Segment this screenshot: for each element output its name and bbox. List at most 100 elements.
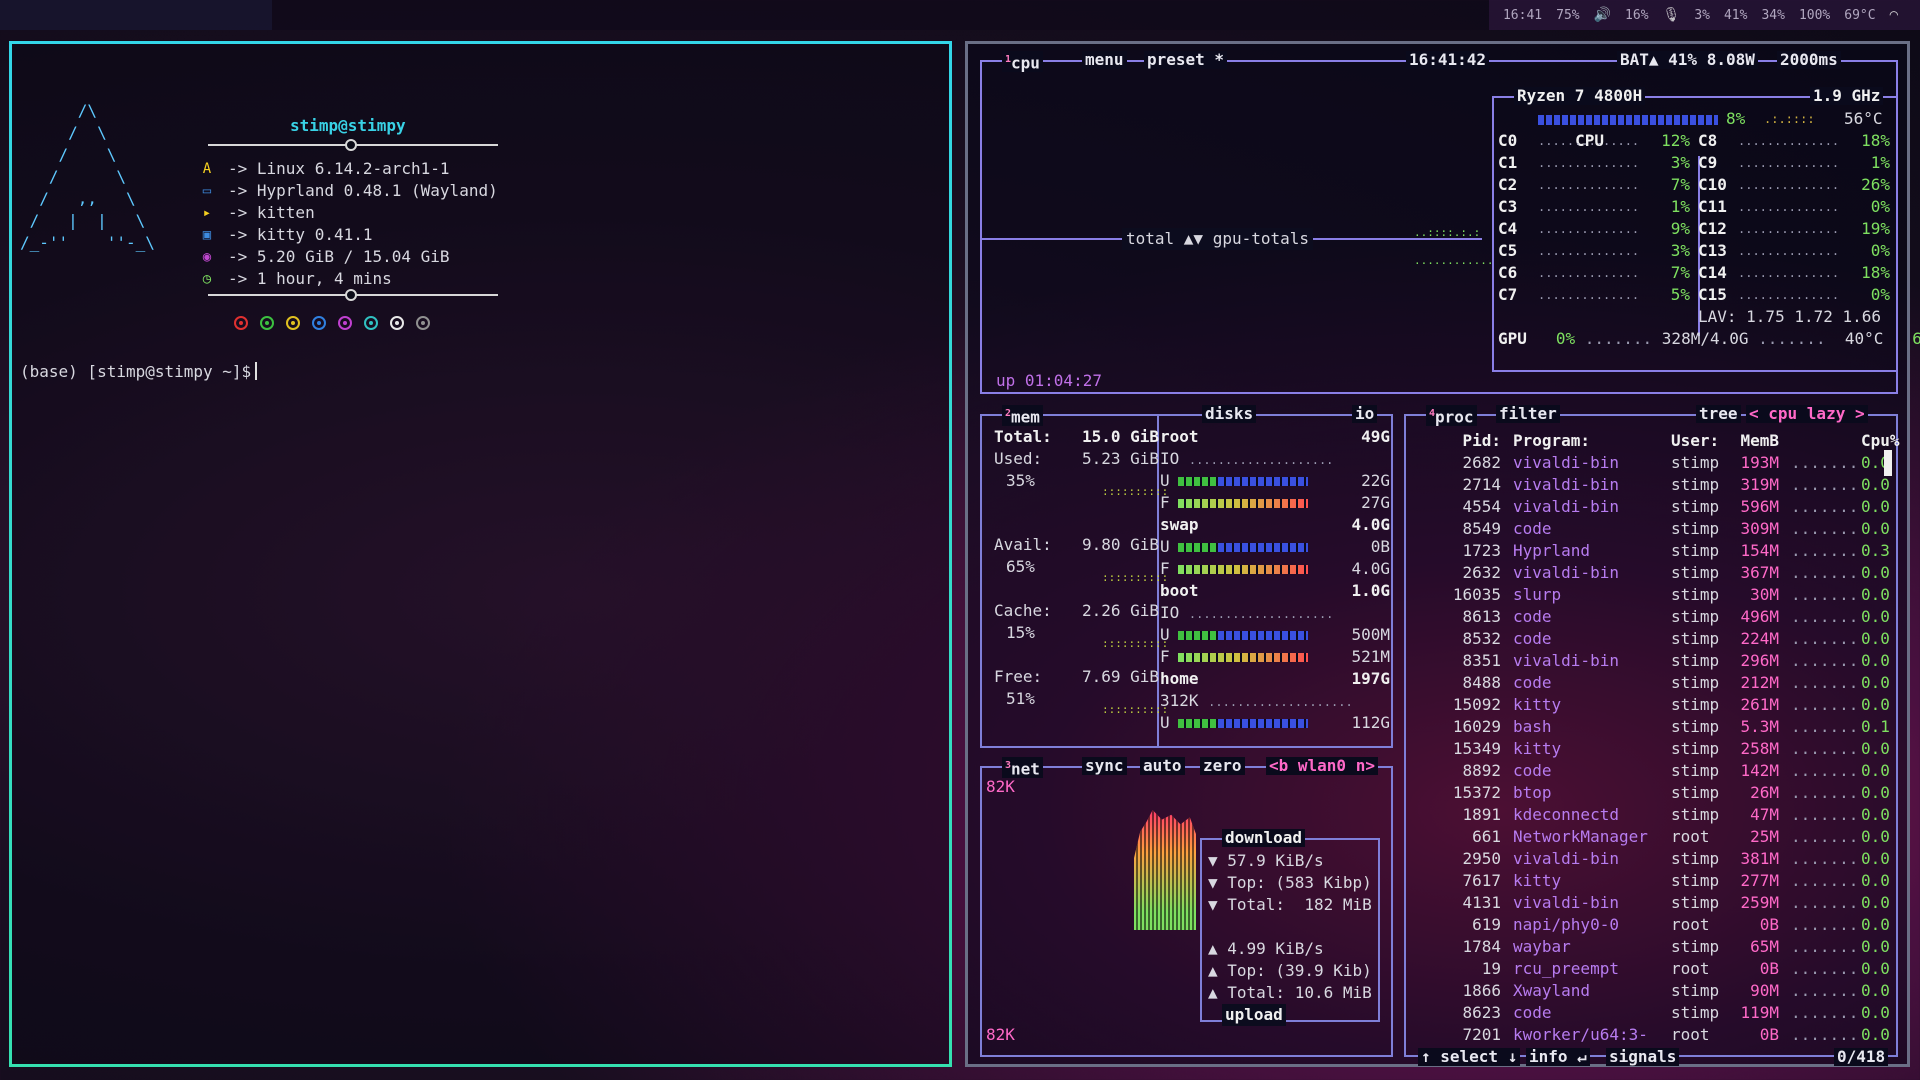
core-pct: 1%: [1870, 153, 1890, 172]
disks-title[interactable]: disks: [1202, 405, 1257, 423]
table-row[interactable]: 8623 code stimp 119M....... 0.0: [1418, 1002, 1911, 1024]
fetch-row-text: -> 5.20 GiB / 15.04 GiB: [228, 247, 450, 266]
table-row[interactable]: 8892 code stimp 142M....... 0.0: [1418, 760, 1911, 782]
table-row[interactable]: 4554 vivaldi-bin stimp 596M....... 0.0: [1418, 496, 1911, 518]
core-graph: ..............: [1738, 266, 1840, 280]
table-row[interactable]: 2714 vivaldi-bin stimp 319M....... 0.0: [1418, 474, 1911, 496]
cpu-model: Ryzen 7 4800H: [1514, 87, 1646, 105]
proc-sort[interactable]: < cpu lazy >: [1746, 405, 1868, 423]
fetch-row: ▣ -> kitty 0.41.1: [198, 224, 498, 246]
core-graph: ..............: [1738, 200, 1840, 214]
mem-total-value: 15.0 GiB: [1082, 427, 1160, 446]
net-zero-tab[interactable]: zero: [1200, 757, 1245, 775]
net-interface[interactable]: <b wlan0 n>: [1266, 757, 1378, 775]
proc-select[interactable]: ↑ select ↓: [1418, 1048, 1521, 1066]
core-pct: 3%: [1670, 241, 1690, 260]
process-table: Pid: Program: User: MemB Cpu% 2682 vivaldi-bin…: [1418, 430, 1911, 1046]
disks-io-tab[interactable]: io: [1352, 405, 1378, 423]
table-row[interactable]: 2632 vivaldi-bin stimp 367M....... 0.0: [1418, 562, 1911, 584]
cpu-preset-tab[interactable]: preset *: [1144, 51, 1228, 69]
table-row[interactable]: 4131 vivaldi-bin stimp 259M....... 0.0: [1418, 892, 1911, 914]
core-graph: ..............: [1538, 222, 1640, 236]
status-mic[interactable]: 3%: [1694, 8, 1710, 23]
core-name: C6: [1498, 263, 1518, 282]
mem-title[interactable]: 2mem: [1002, 405, 1043, 427]
table-row[interactable]: 8549 code stimp 309M....... 0.0: [1418, 518, 1911, 540]
proc-tree-tab[interactable]: tree: [1696, 405, 1741, 423]
table-row[interactable]: 2682 vivaldi-bin stimp 193M....... 0.0: [1418, 452, 1911, 474]
workspace-area[interactable]: [0, 0, 272, 30]
table-row[interactable]: 7201 kworker/u64:3- root 0B....... 0.0: [1418, 1024, 1911, 1046]
proc-info[interactable]: info ↵: [1526, 1048, 1590, 1066]
cpu-title[interactable]: 1cpu: [1002, 51, 1043, 73]
core-pct: 26%: [1861, 175, 1890, 194]
mem-row-value: 7.69 GiB: [1082, 667, 1160, 686]
core-graph: ..............: [1538, 288, 1640, 302]
mem-row-pct: 65%: [1006, 557, 1035, 576]
table-row[interactable]: 16035 slurp stimp 30M....... 0.0: [1418, 584, 1911, 606]
table-row[interactable]: 15092 kitty stimp 261M....... 0.0: [1418, 694, 1911, 716]
upload-rate: ▲ 4.99 KiB/s: [1208, 939, 1324, 958]
cpu-clock: 16:41:42: [1406, 51, 1490, 69]
mem-row-value: 9.80 GiB: [1082, 535, 1160, 554]
table-row[interactable]: 661 NetworkManager root 25M....... 0.0: [1418, 826, 1911, 848]
core-name: C13: [1698, 241, 1727, 260]
core-graph: ..............: [1738, 288, 1840, 302]
core-row: C8.............. 18%: [1698, 130, 1890, 152]
status-volume[interactable]: 16%: [1625, 8, 1648, 23]
mic-icon[interactable]: 🎙: [1663, 7, 1681, 23]
disk-header: home 197G: [1160, 668, 1390, 690]
net-box: 3net sync auto zero <b wlan0 n> 82K down…: [980, 757, 1393, 1057]
table-row[interactable]: 8488 code stimp 212M....... 0.0: [1418, 672, 1911, 694]
terminal-window[interactable]: /\ / \ / \ / \ / ,, \ / | | \ /_-'' ''-_…: [9, 41, 952, 1067]
net-sync-tab[interactable]: sync: [1082, 757, 1127, 775]
core-pct: 19%: [1861, 219, 1890, 238]
cpu-graph-label[interactable]: total ▲▼ gpu-totals: [1122, 228, 1314, 250]
disk-free: F 4.0G: [1160, 559, 1390, 578]
palette-dot: [390, 316, 404, 330]
mem-row-label: Cache:: [994, 601, 1052, 620]
disk-size: 49G: [1361, 427, 1390, 446]
proc-title[interactable]: 4proc: [1426, 405, 1477, 427]
core-row: C2.............. 7%: [1498, 174, 1690, 196]
proc-filter[interactable]: filter: [1496, 405, 1560, 423]
proc-header[interactable]: Pid: Program: User: MemB Cpu%: [1418, 430, 1911, 452]
table-row[interactable]: 15349 kitty stimp 258M....... 0.0: [1418, 738, 1911, 760]
cpu-cores-box: Ryzen 7 4800H 1.9 GHz CPU 8% .:.:::: 56°…: [1492, 87, 1920, 372]
upload-top: ▲ Top: (39.9 Kib): [1208, 961, 1372, 980]
mem-row-value: 2.26 GiB: [1082, 601, 1160, 620]
table-row[interactable]: 15372 btop stimp 26M....... 0.0: [1418, 782, 1911, 804]
btop-window[interactable]: 1cpu menu preset * 16:41:42 BAT▲ 41% 8.0…: [965, 41, 1920, 1067]
cpu-interval[interactable]: 2000ms: [1777, 51, 1841, 69]
wifi-icon[interactable]: ◠: [1890, 7, 1898, 23]
table-row[interactable]: 1891 kdeconnectd stimp 47M....... 0.0: [1418, 804, 1911, 826]
table-row[interactable]: 2950 vivaldi-bin stimp 381M....... 0.0: [1418, 848, 1911, 870]
cpu-menu-tab[interactable]: menu: [1082, 51, 1127, 69]
prompt-text: (base) [stimp@stimpy ~]$: [20, 362, 252, 381]
table-row[interactable]: 19 rcu_preempt root 0B....... 0.0: [1418, 958, 1911, 980]
core-name: C2: [1498, 175, 1518, 194]
disk-header: boot 1.0G: [1160, 580, 1390, 602]
core-pct: 1%: [1670, 197, 1690, 216]
fetch-info: A -> Linux 6.14.2-arch1-1 ▭ -> Hyprland 0.4…: [198, 158, 498, 290]
table-row[interactable]: 8532 code stimp 224M....... 0.0: [1418, 628, 1911, 650]
table-row[interactable]: 8351 vivaldi-bin stimp 296M....... 0.0: [1418, 650, 1911, 672]
mem-row-pct: 35%: [1006, 471, 1035, 490]
net-auto-tab[interactable]: auto: [1140, 757, 1185, 775]
core-row: C15.............. 0%: [1698, 284, 1890, 306]
shell-prompt[interactable]: (base) [stimp@stimpy ~]$: [20, 362, 258, 381]
volume-icon[interactable]: 🔊: [1594, 7, 1611, 23]
table-row[interactable]: 7617 kitty stimp 277M....... 0.0: [1418, 870, 1911, 892]
table-row[interactable]: 1784 waybar stimp 65M....... 0.0: [1418, 936, 1911, 958]
table-row[interactable]: 16029 bash stimp 5.3M....... 0.1: [1418, 716, 1911, 738]
proc-signals[interactable]: signals: [1606, 1048, 1680, 1066]
proc-scrollbar[interactable]: [1884, 450, 1892, 476]
table-row[interactable]: 1723 Hyprland stimp 154M....... 0.3: [1418, 540, 1911, 562]
table-row[interactable]: 1866 Xwayland stimp 90M....... 0.0: [1418, 980, 1911, 1002]
proc-count: 0/418: [1834, 1048, 1889, 1066]
table-row[interactable]: 8613 code stimp 496M....... 0.0: [1418, 606, 1911, 628]
core-name: C0: [1498, 131, 1518, 150]
core-row: C12.............. 19%: [1698, 218, 1890, 240]
mem-row-graph: ::::::::::: [1102, 637, 1169, 650]
table-row[interactable]: 619 napi/phy0-0 root 0B....... 0.0: [1418, 914, 1911, 936]
